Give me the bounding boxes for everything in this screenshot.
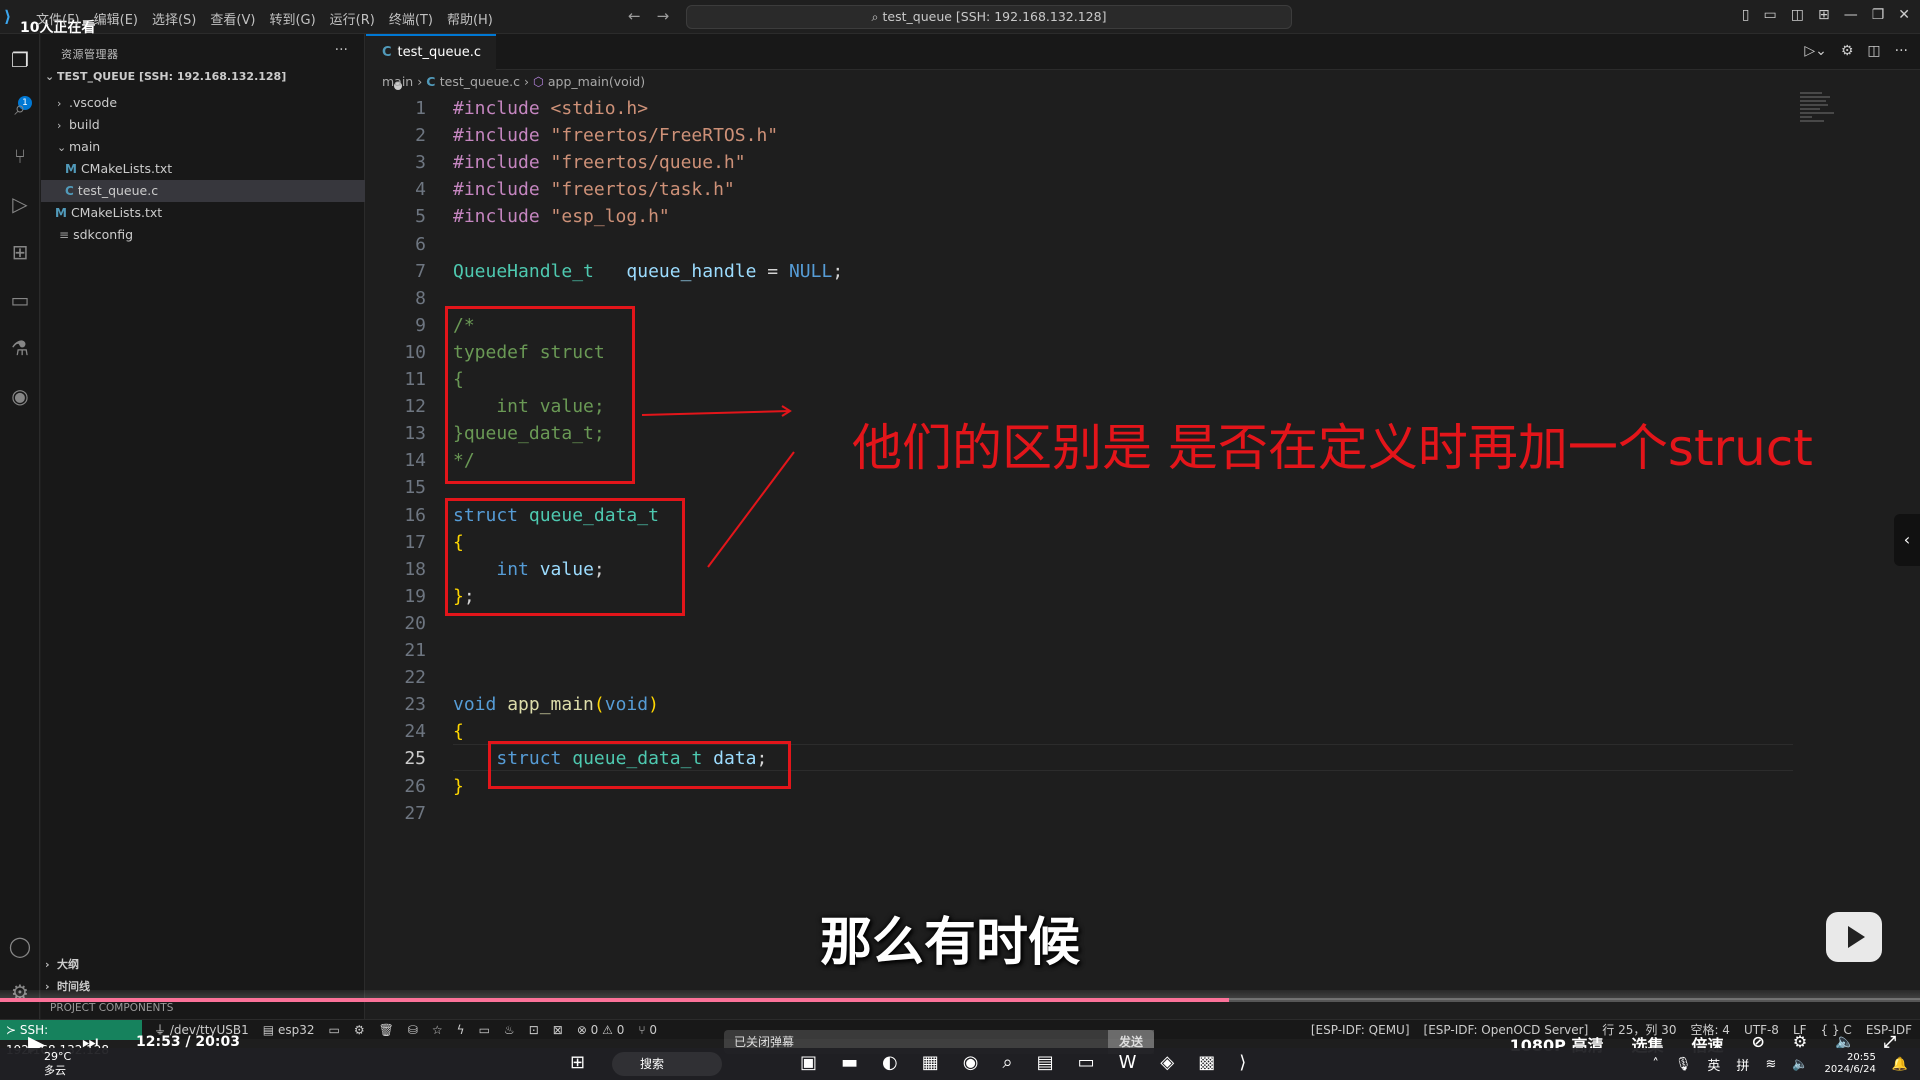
taskbar-apps: ⊞ xyxy=(570,1052,585,1073)
windows-taskbar: 29°C 多云 ⊞ 搜索 ▣ ▬ ◐ ▦ ◉ ⌕ ▤ ▭ W ◈ ▩ ⟩ ˄ 🎙 … xyxy=(0,1048,1920,1080)
notification-icon[interactable]: 🔔 xyxy=(1892,1057,1908,1072)
chrome-icon[interactable]: ◉ xyxy=(963,1052,979,1073)
arrow-line-1 xyxy=(641,410,791,416)
clock-date: 2024/6/24 xyxy=(1824,1064,1876,1075)
wifi-icon[interactable]: ≋ xyxy=(1765,1057,1776,1072)
danmaku-placeholder: 已关闭弹幕 xyxy=(734,1035,795,1049)
project-components-section[interactable]: PROJECT COMPONENTS xyxy=(0,1000,366,1016)
weather-widget[interactable]: 29°C 多云 xyxy=(44,1050,71,1078)
temperature: 29°C xyxy=(44,1050,72,1063)
file-explorer-icon[interactable]: ▬ xyxy=(841,1052,858,1073)
ime-lang[interactable]: 英 xyxy=(1707,1055,1720,1074)
pinned-apps: ▣ ▬ ◐ ▦ ◉ ⌕ ▤ ▭ W ◈ ▩ ⟩ xyxy=(800,1052,1246,1073)
search-label: 搜索 xyxy=(640,1057,665,1071)
side-panel-toggle-icon[interactable]: ‹ xyxy=(1894,514,1920,566)
bilibili-play-logo-icon[interactable] xyxy=(1826,912,1882,962)
vmware-icon[interactable]: ▩ xyxy=(1198,1052,1215,1073)
virtualbox-icon[interactable]: ◈ xyxy=(1160,1052,1174,1073)
ime-mode[interactable]: 拼 xyxy=(1736,1055,1749,1074)
screen: ⟩ 10人正在看 文件(F) 编辑(E) 选择(S) 查看(V) 转到(G) 运… xyxy=(0,0,1920,1080)
start-icon[interactable]: ⊞ xyxy=(570,1052,585,1073)
vscode-app-icon[interactable]: ⟩ xyxy=(1239,1052,1246,1073)
calculator-icon[interactable]: ▤ xyxy=(1037,1052,1054,1073)
speaker-icon[interactable]: 🔈 xyxy=(1792,1057,1808,1072)
store-icon[interactable]: ▦ xyxy=(922,1052,939,1073)
video-subtitle: 那么有时候 xyxy=(820,913,1081,973)
terminal-app-icon[interactable]: ▭ xyxy=(1078,1052,1095,1073)
play-triangle-icon xyxy=(1848,926,1865,948)
search-app-icon[interactable]: ⌕ xyxy=(1002,1052,1012,1073)
tray-overflow-icon[interactable]: ˄ xyxy=(1652,1057,1659,1072)
task-view-icon[interactable]: ▣ xyxy=(800,1052,817,1073)
clock[interactable]: 20:55 2024/6/24 xyxy=(1825,1052,1876,1076)
arrow-line-2 xyxy=(707,451,795,568)
wps-icon[interactable]: W xyxy=(1119,1052,1137,1073)
annotation-text: 他们的区别是 是否在定义时再加一个struct xyxy=(852,419,1813,477)
edge-icon[interactable]: ◐ xyxy=(882,1052,898,1073)
weather-text: 多云 xyxy=(44,1064,66,1077)
taskbar-search[interactable]: 搜索 xyxy=(612,1052,722,1076)
clock-time: 20:55 xyxy=(1846,1052,1876,1063)
microphone-icon[interactable]: 🎙 xyxy=(1675,1057,1692,1072)
system-tray: ˄ 🎙 英 拼 ≋ 🔈 20:55 2024/6/24 🔔 xyxy=(1652,1052,1908,1076)
